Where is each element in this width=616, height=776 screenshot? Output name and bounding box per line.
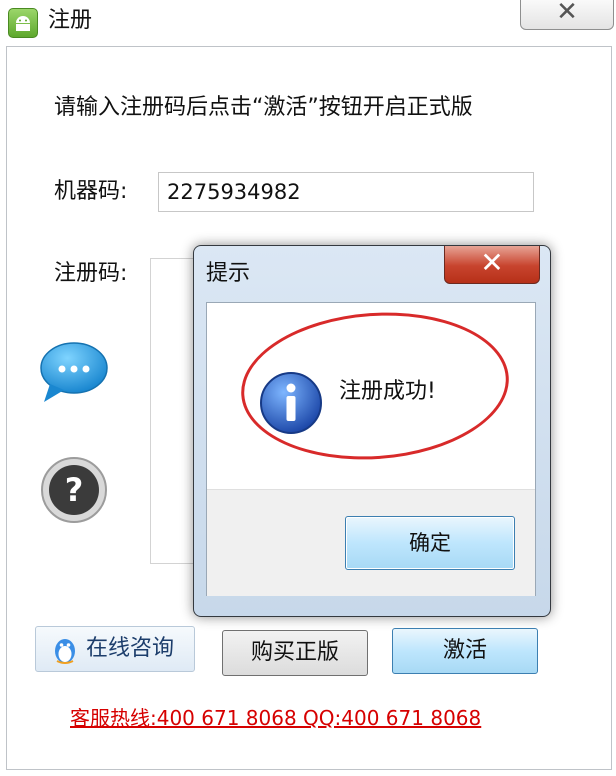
window-title: 注册	[48, 8, 93, 33]
dialog-footer: 确定	[207, 489, 535, 596]
highlight-ellipse	[236, 303, 514, 469]
instruction-text: 请输入注册码后点击“激活”按钮开启正式版	[54, 95, 473, 120]
dialog-close-button[interactable]: ✕	[444, 246, 540, 284]
register-code-label: 注册码:	[54, 261, 128, 286]
svg-text:?: ?	[65, 471, 84, 509]
window-close-button[interactable]: ✕	[520, 0, 614, 30]
message-dialog: 提示 ✕ 注册成功! 确定	[193, 245, 551, 617]
hotline-link[interactable]: 客服热线:400 671 8068 QQ:400 671 8068	[70, 704, 481, 732]
registration-window: 注册 ✕ 请输入注册码后点击“激活”按钮开启正式版 机器码: 227593498…	[0, 0, 616, 776]
dialog-title: 提示	[206, 261, 251, 286]
close-icon: ✕	[556, 0, 578, 27]
help-icon[interactable]: ?	[40, 456, 108, 528]
android-app-icon	[8, 8, 38, 38]
activate-button[interactable]: 激活	[392, 628, 538, 674]
dialog-body: 注册成功! 确定	[206, 302, 536, 596]
ok-button[interactable]: 确定	[345, 516, 515, 570]
title-bar: 注册 ✕	[0, 0, 616, 46]
qq-penguin-icon	[50, 635, 80, 681]
online-consult-label: 在线咨询	[86, 636, 175, 661]
close-icon: ✕	[480, 246, 504, 279]
machine-code-label: 机器码:	[54, 179, 128, 204]
machine-code-field[interactable]: 2275934982	[158, 172, 534, 212]
chat-bubble-icon[interactable]	[36, 338, 110, 410]
buy-license-button[interactable]: 购买正版	[222, 630, 368, 676]
register-code-input[interactable]	[150, 258, 196, 564]
online-consult-button[interactable]: 在线咨询	[35, 626, 195, 672]
